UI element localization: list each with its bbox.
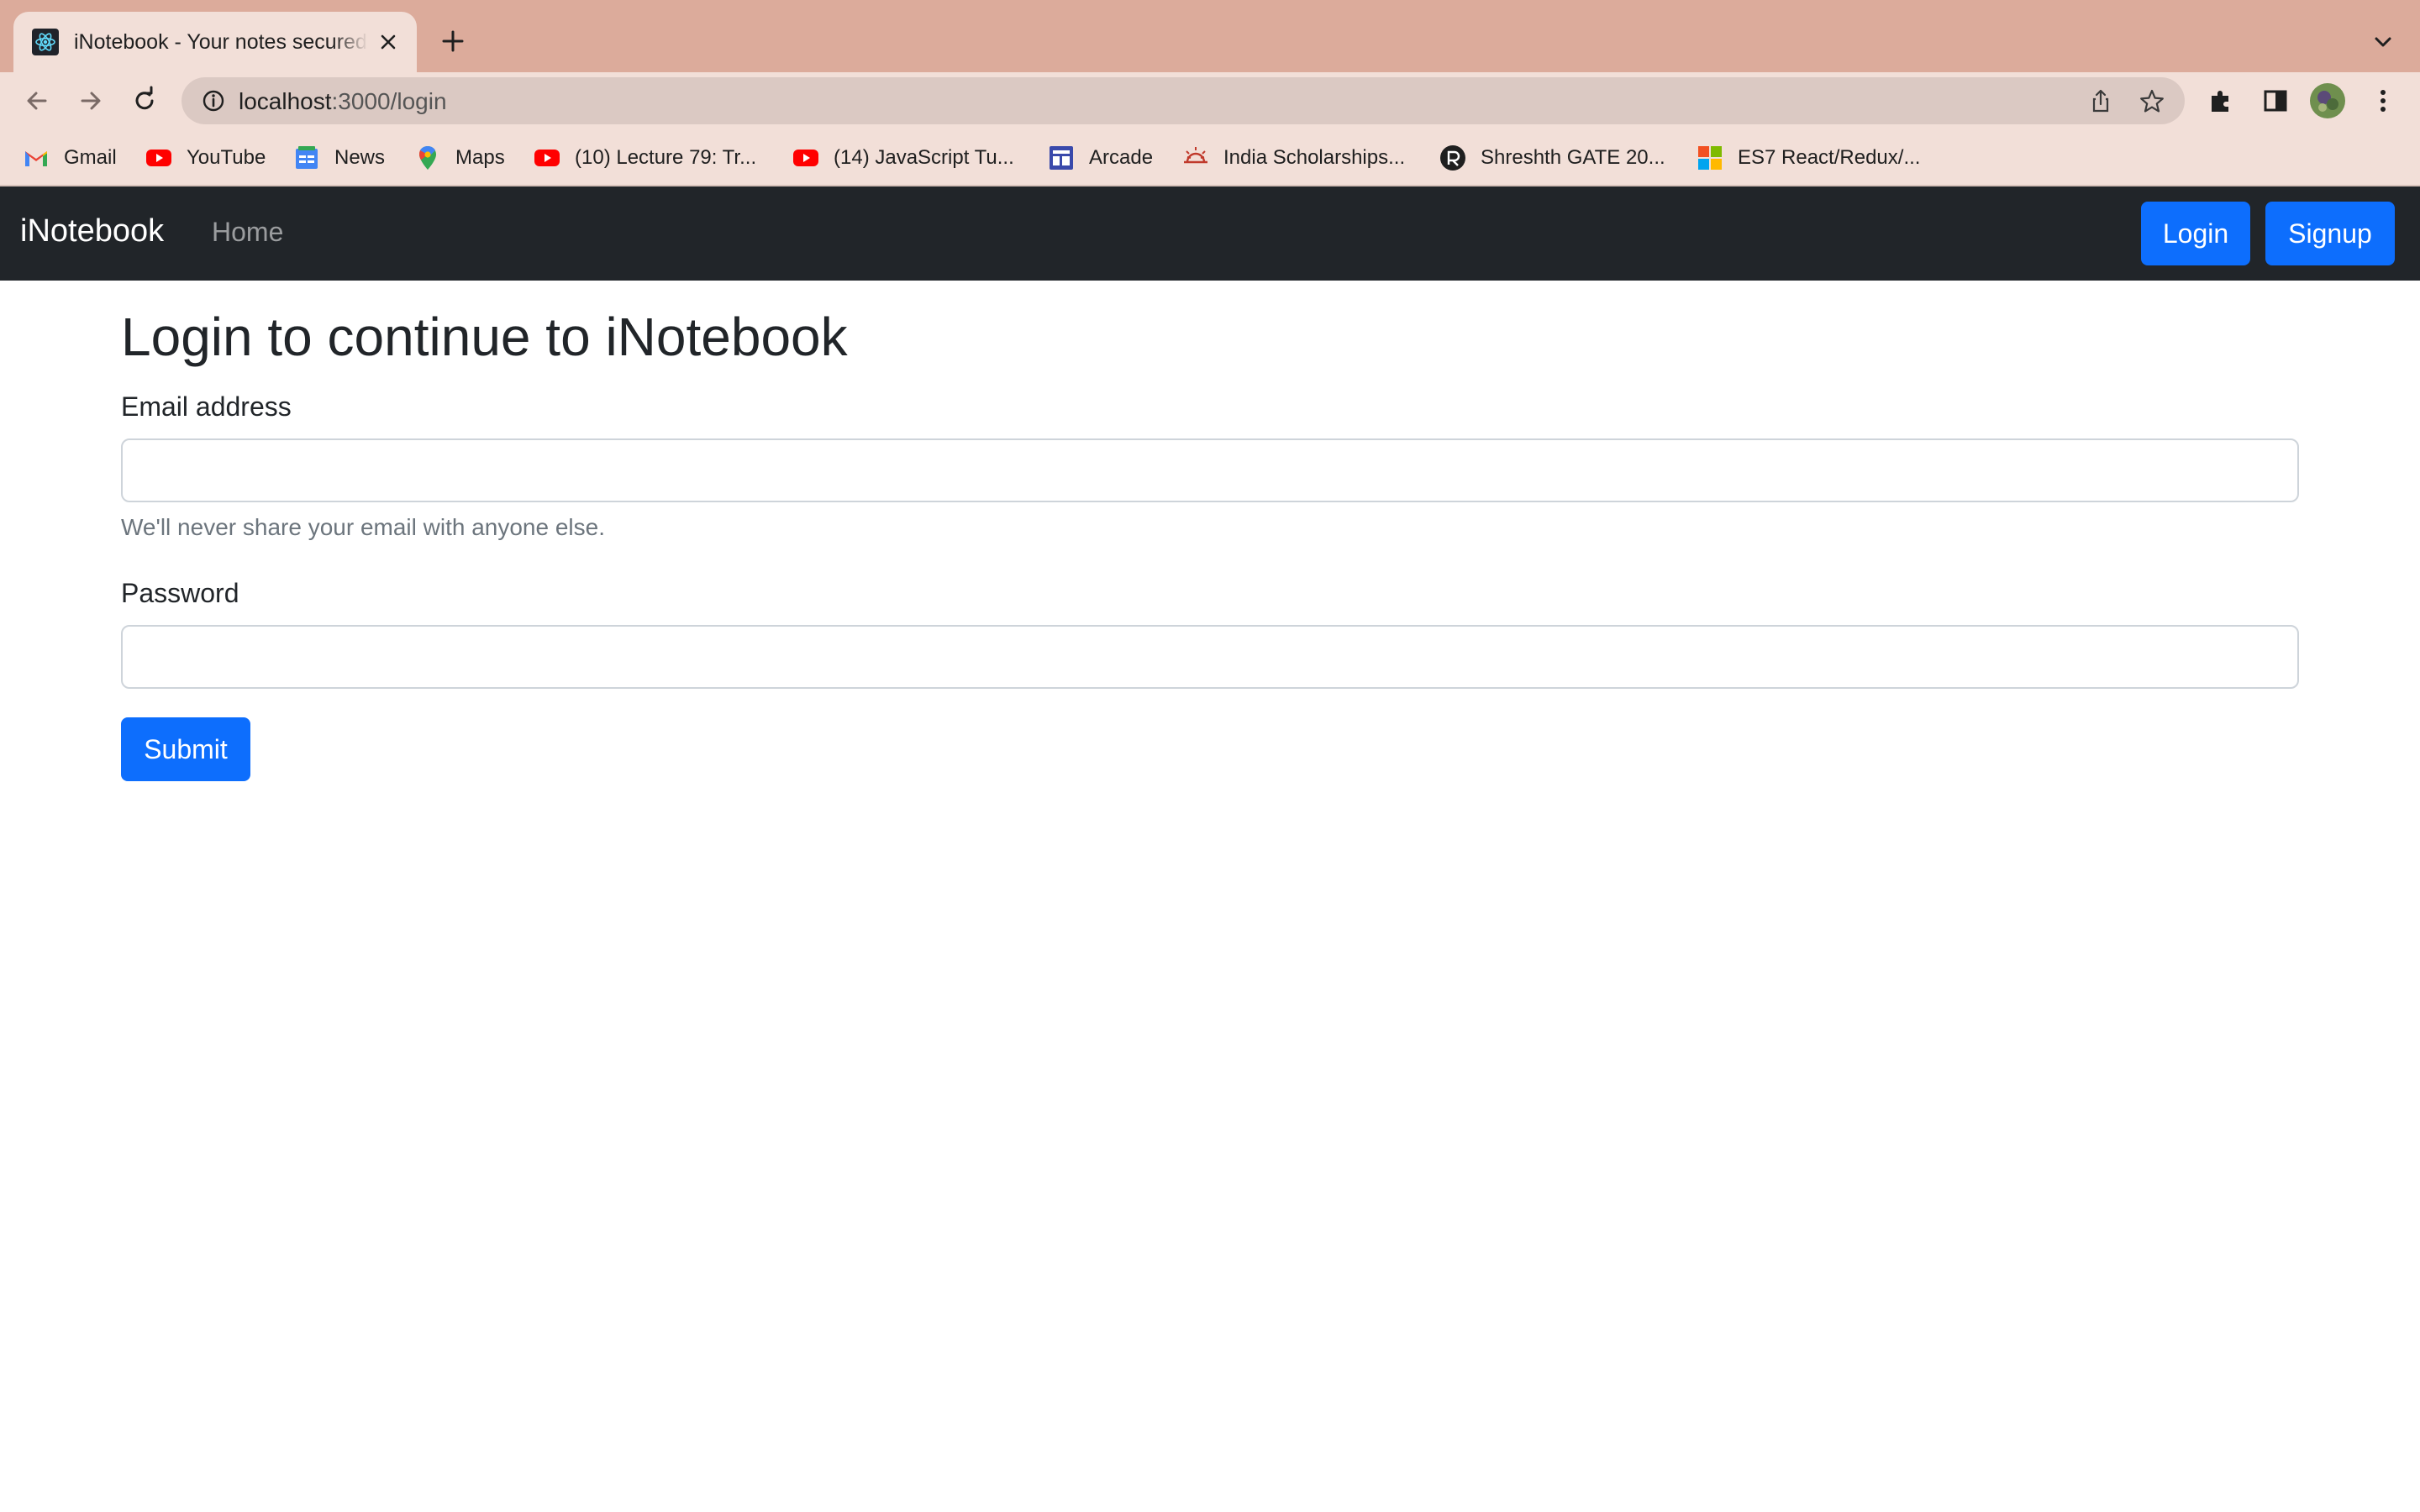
login-button[interactable]: Login [2141,202,2250,265]
react-favicon-icon [32,29,59,55]
gate-logo-icon [1440,145,1465,171]
side-panel-icon[interactable] [2259,84,2292,118]
bookmark-label: ES7 React/Redux/... [1738,146,1921,169]
new-tab-plus-icon[interactable] [437,25,469,57]
bookmark-label: Arcade [1089,146,1154,169]
youtube-icon [793,150,818,166]
bookmark-gmail[interactable]: Gmail [22,141,117,175]
bookmark-maps[interactable]: Maps [413,141,505,175]
app-navbar: iNotebook Home Login Signup [0,186,2420,281]
navbar-brand[interactable]: iNotebook [20,213,164,249]
reload-icon[interactable] [128,84,161,118]
email-help-text: We'll never share your email with anyone… [121,514,605,540]
signup-button[interactable]: Signup [2265,202,2395,265]
submit-button[interactable]: Submit [121,717,250,781]
bookmark-star-icon[interactable] [2138,87,2166,116]
google-news-icon [296,146,318,169]
bookmark-label: (14) JavaScript Tu... [834,146,1014,169]
bookmark-label: YouTube [187,146,266,169]
page-title: Login to continue to iNotebook [121,307,848,367]
more-vert-icon[interactable] [2366,84,2400,118]
forward-arrow-icon[interactable] [74,84,108,118]
bookmark-es7-react[interactable]: ES7 React/Redux/... [1696,141,1920,175]
email-field[interactable] [121,438,2299,502]
profile-avatar-icon[interactable] [2309,82,2346,119]
chevron-down-icon[interactable] [2370,29,2396,55]
bookmark-label: News [334,146,386,169]
bookmark-news[interactable]: News [292,141,385,175]
browser-tab-active[interactable]: iNotebook - Your notes secured on the cl… [13,12,417,72]
arcade-icon [1050,146,1073,170]
close-icon[interactable] [376,30,400,54]
bookmark-shreshth-gate[interactable]: Shreshth GATE 20... [1439,141,1665,175]
bookmark-india-scholarships[interactable]: India Scholarships... [1181,141,1405,175]
back-arrow-icon[interactable] [20,84,54,118]
share-icon[interactable] [2087,87,2114,114]
bookmark-javascript[interactable]: (14) JavaScript Tu... [792,141,1014,175]
address-bar[interactable]: localhost:3000/login [182,77,2185,124]
bookmark-label: Gmail [64,146,117,169]
site-info-icon[interactable] [200,87,227,114]
password-field[interactable] [121,625,2299,689]
bookmarks-bar: Gmail YouTube News Maps (10) Lecture 79:… [0,129,2420,186]
youtube-icon [146,150,171,166]
url-host: localhost [239,88,332,114]
bookmark-label: Maps [455,146,505,169]
scholarship-icon [1184,147,1207,164]
bookmark-label: Shreshth GATE 20... [1481,146,1665,169]
bookmark-lecture[interactable]: (10) Lecture 79: Tr... [533,141,756,175]
extensions-puzzle-icon[interactable] [2205,84,2238,118]
tab-title: iNotebook - Your notes secured on the cl… [74,29,368,54]
gmail-icon [25,151,47,166]
maps-pin-icon [419,146,436,170]
url-path: :3000/login [331,88,447,114]
email-label: Email address [121,391,292,422]
password-label: Password [121,578,239,608]
bookmark-label: (10) Lecture 79: Tr... [575,146,757,169]
nav-link-home[interactable]: Home [212,217,283,248]
bookmark-arcade[interactable]: Arcade [1047,141,1153,175]
bookmark-youtube[interactable]: YouTube [145,141,266,175]
microsoft-icon [1698,146,1722,170]
browser-tabstrip: iNotebook - Your notes secured on the cl… [0,0,2420,72]
youtube-icon [534,150,560,166]
url-text: localhost:3000/login [239,88,447,115]
bookmark-label: India Scholarships... [1223,146,1406,169]
